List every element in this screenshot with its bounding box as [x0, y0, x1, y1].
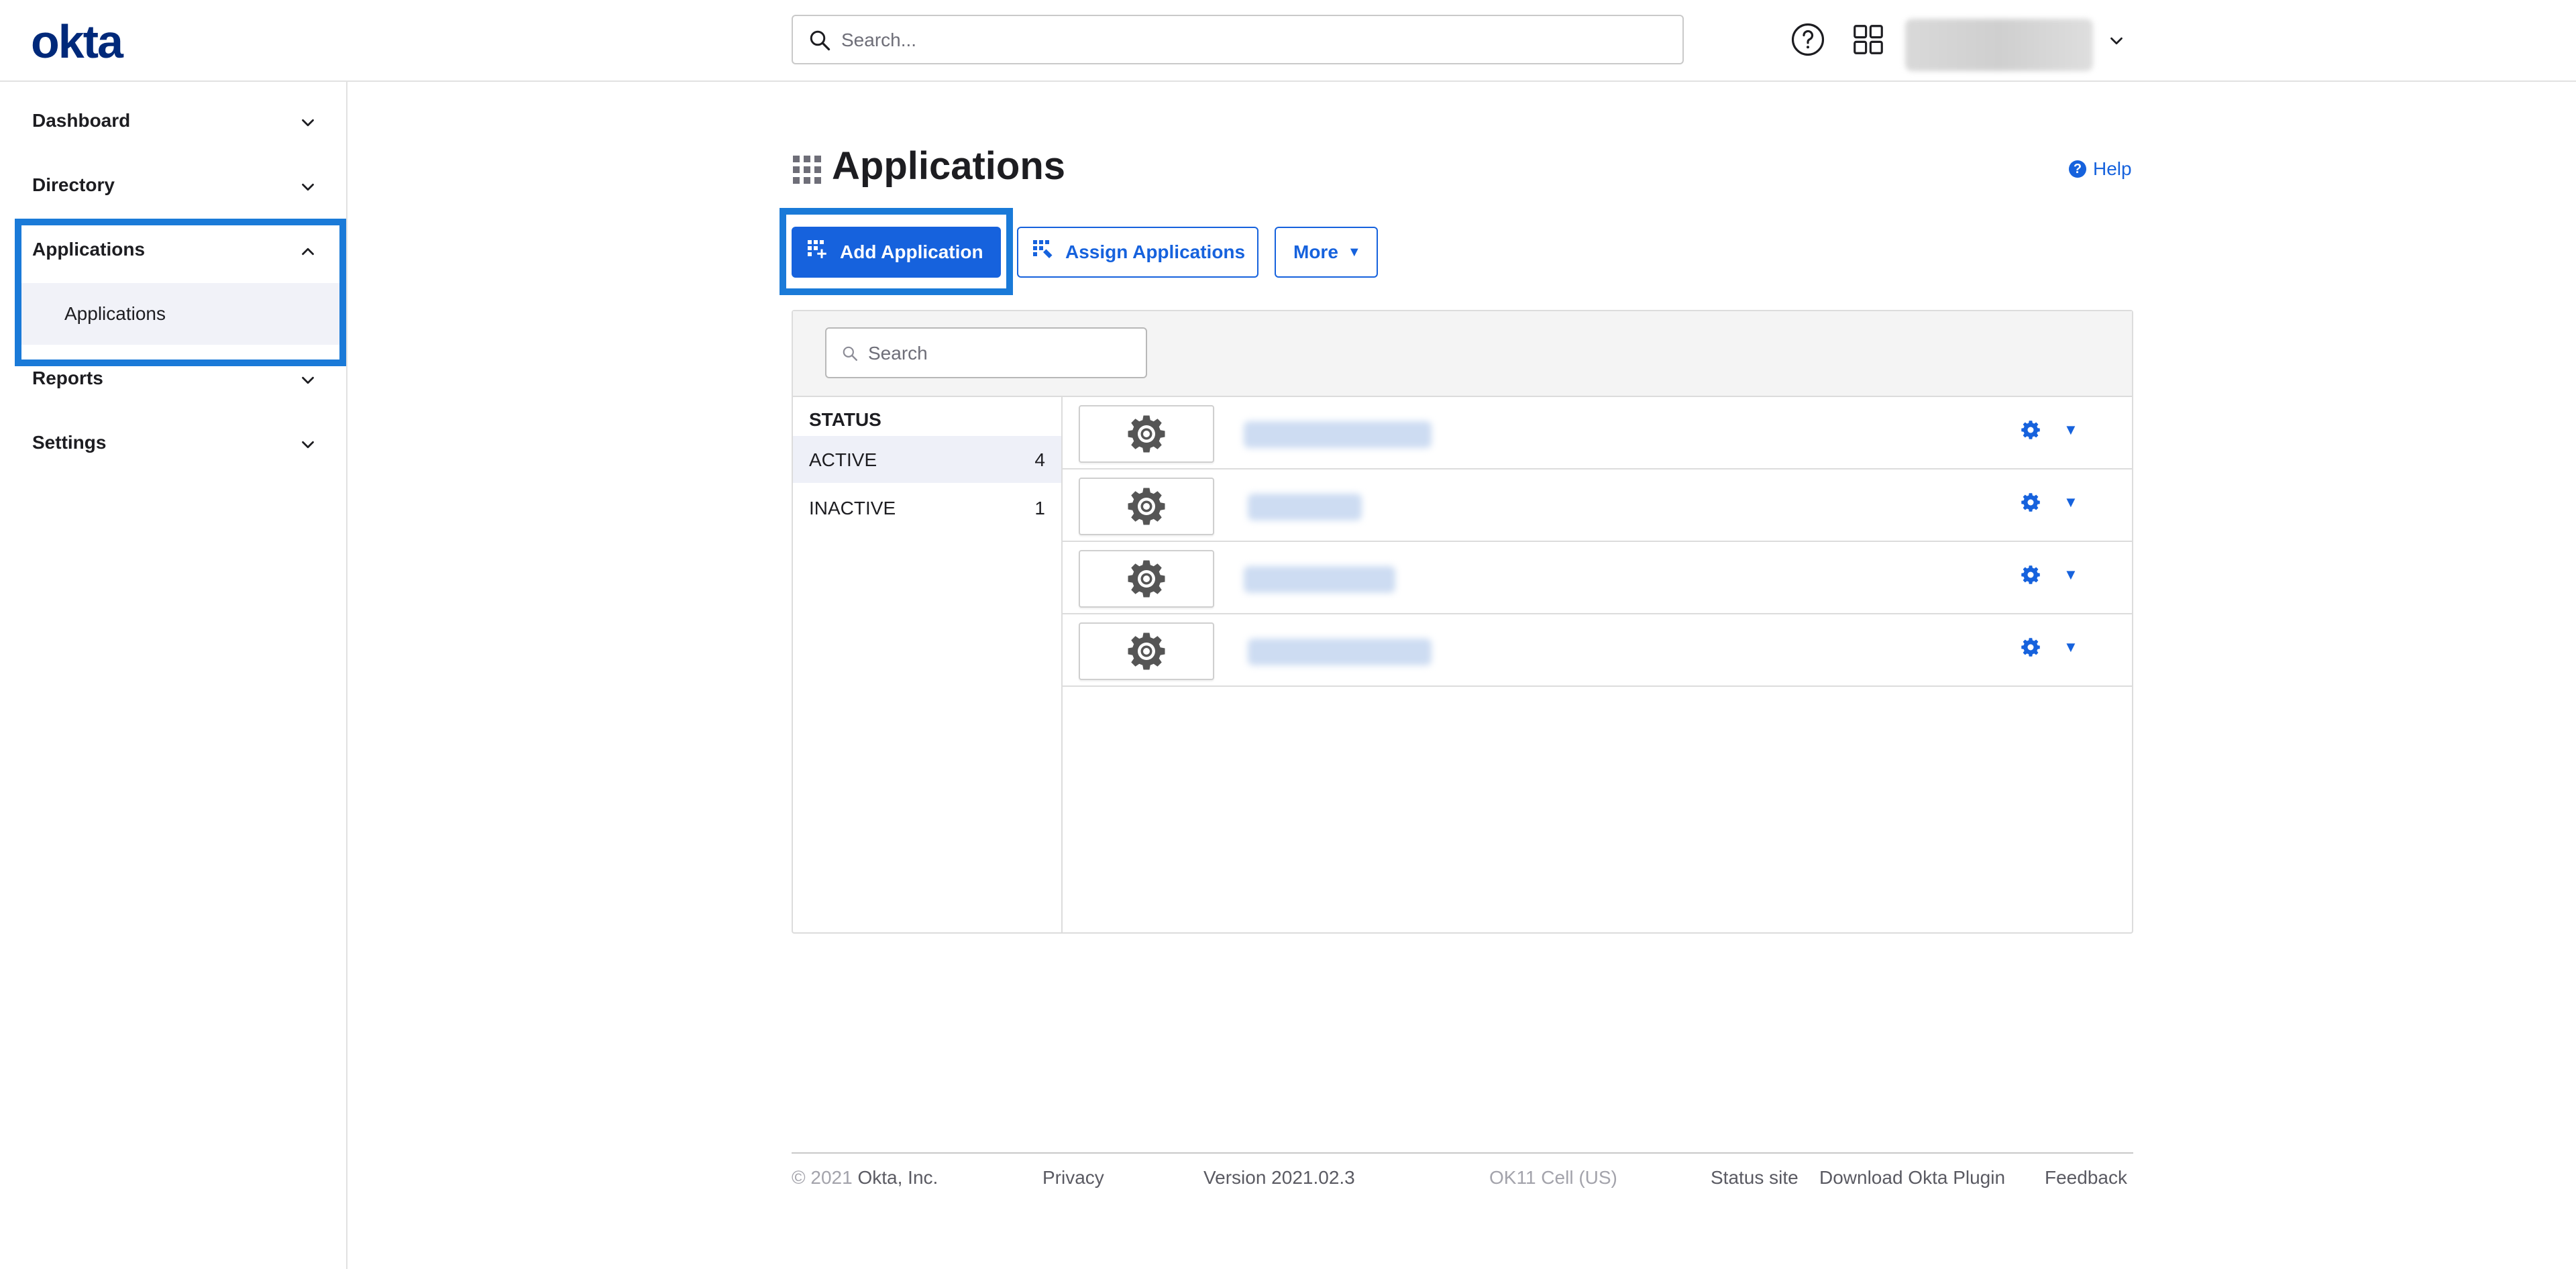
footer-status-site-link[interactable]: Status site: [1711, 1167, 1799, 1189]
footer-version: Version 2021.02.3: [1203, 1167, 1355, 1188]
status-filter: STATUS ACTIVE 4 INACTIVE 1: [793, 397, 1063, 932]
app-logo[interactable]: [1079, 405, 1214, 463]
copyright-year: © 2021: [792, 1167, 853, 1188]
app-search-input[interactable]: [867, 329, 1138, 378]
top-bar: okta: [0, 0, 2576, 82]
app-row[interactable]: ▼: [1063, 470, 2132, 542]
chevron-down-icon[interactable]: [2106, 31, 2127, 54]
caret-down-icon[interactable]: ▼: [2063, 639, 2078, 656]
gear-icon[interactable]: [2021, 420, 2041, 443]
app-logo[interactable]: [1079, 622, 1214, 680]
status-heading: STATUS: [809, 409, 881, 430]
global-search-input[interactable]: [840, 16, 1648, 64]
app-search[interactable]: [825, 327, 1147, 378]
applications-panel: STATUS ACTIVE 4 INACTIVE 1 ▼ ▼ ▼: [792, 310, 2133, 934]
app-name[interactable]: [1244, 421, 1432, 448]
chevron-down-icon: [298, 370, 318, 394]
footer-cell: OK11 Cell (US): [1489, 1167, 1617, 1188]
footer-divider: [792, 1152, 2133, 1154]
assign-applications-label: Assign Applications: [1065, 241, 1246, 262]
page-title: Applications: [832, 144, 1066, 188]
caret-down-icon[interactable]: ▼: [2063, 566, 2078, 584]
gear-icon: [1128, 415, 1165, 453]
okta-logo[interactable]: okta: [31, 15, 123, 68]
sidebar-item-label: Directory: [32, 174, 115, 195]
app-name[interactable]: [1244, 566, 1395, 593]
status-filter-inactive[interactable]: INACTIVE 1: [793, 484, 1061, 531]
caret-down-icon[interactable]: ▼: [2063, 494, 2078, 511]
status-label: ACTIVE: [809, 449, 877, 470]
sidebar-item-reports[interactable]: Reports: [0, 347, 346, 412]
footer-copyright: © 2021 Okta, Inc.: [792, 1167, 938, 1189]
gear-icon[interactable]: [2021, 492, 2041, 516]
gear-icon[interactable]: [2021, 637, 2041, 661]
status-label: INACTIVE: [809, 498, 896, 518]
chevron-down-icon: [298, 177, 318, 201]
app-name[interactable]: [1248, 639, 1432, 665]
help-label: Help: [2093, 158, 2132, 179]
app-row[interactable]: ▼: [1063, 614, 2132, 687]
help-circle-icon: ?: [2069, 160, 2086, 178]
sidebar: Dashboard Directory Applications Applica…: [0, 82, 347, 1269]
app-grid-icon[interactable]: [1850, 21, 1886, 61]
sidebar-item-label: Settings: [32, 432, 107, 453]
app-row[interactable]: ▼: [1063, 397, 2132, 470]
app-logo[interactable]: [1079, 550, 1214, 608]
search-icon: [841, 345, 859, 366]
sidebar-item-label: Reports: [32, 368, 103, 388]
chevron-down-icon: [298, 113, 318, 136]
add-application-label: Add Application: [840, 241, 983, 262]
sidebar-subitem-applications[interactable]: Applications: [16, 283, 342, 345]
more-label: More: [1293, 241, 1338, 262]
sidebar-item-directory[interactable]: Directory: [0, 154, 346, 219]
sidebar-item-settings[interactable]: Settings: [0, 412, 346, 476]
footer-privacy-link[interactable]: Privacy: [1042, 1167, 1104, 1189]
panel-toolbar: [793, 311, 2132, 397]
caret-down-icon: ▼: [1347, 244, 1361, 260]
add-app-icon: [808, 239, 828, 265]
company-name: Okta, Inc.: [857, 1167, 938, 1188]
sidebar-item-label: Applications: [32, 239, 146, 260]
app-name[interactable]: [1248, 494, 1362, 520]
sidebar-subitem-label: Applications: [64, 303, 166, 324]
search-icon: [808, 28, 832, 56]
sidebar-item-label: Dashboard: [32, 110, 131, 131]
gear-icon: [1128, 560, 1165, 598]
assign-apps-icon: [1033, 239, 1053, 265]
assign-applications-button[interactable]: Assign Applications: [1017, 227, 1258, 278]
chevron-down-icon: [298, 435, 318, 458]
app-logo[interactable]: [1079, 478, 1214, 535]
caret-down-icon[interactable]: ▼: [2063, 421, 2078, 439]
sidebar-item-applications[interactable]: Applications: [0, 219, 346, 283]
app-grid-icon: [793, 156, 821, 187]
help-link[interactable]: ? Help: [2069, 158, 2132, 180]
gear-icon: [1128, 632, 1165, 670]
footer-download-plugin-link[interactable]: Download Okta Plugin: [1819, 1167, 2005, 1189]
gear-icon[interactable]: [2021, 565, 2041, 588]
more-button[interactable]: More ▼: [1275, 227, 1378, 278]
sidebar-item-dashboard[interactable]: Dashboard: [0, 90, 346, 154]
question-circle-icon[interactable]: [1790, 21, 1826, 61]
status-count: 4: [1034, 449, 1045, 470]
global-search[interactable]: [792, 15, 1684, 64]
add-application-button[interactable]: Add Application: [792, 227, 1001, 278]
gear-icon: [1128, 488, 1165, 525]
user-menu[interactable]: [1905, 19, 2093, 71]
footer-feedback-link[interactable]: Feedback: [2045, 1167, 2127, 1189]
chevron-up-icon: [298, 241, 318, 265]
status-filter-active[interactable]: ACTIVE 4: [793, 436, 1061, 483]
status-count: 1: [1034, 498, 1045, 518]
app-row[interactable]: ▼: [1063, 542, 2132, 614]
